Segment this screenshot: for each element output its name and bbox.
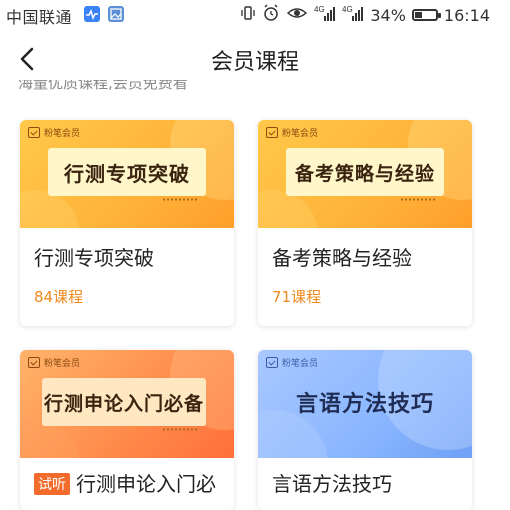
course-cover-4: 粉笔会员 言语方法技巧 (258, 350, 472, 458)
cover-banner-text: 备考策略与经验 (286, 148, 444, 196)
brand-label: 粉笔会员 (28, 356, 80, 369)
page-title: 会员课程 (210, 50, 299, 75)
page-subtitle: 海量优质课程,会员免费看 (18, 80, 188, 92)
cover-banner-text: 行测专项突破 (48, 148, 206, 196)
course-cover-3: 粉笔会员 行测申论入门必备 (20, 350, 234, 458)
decorative-dots (162, 428, 198, 431)
course-cover-2: 粉笔会员 备考策略与经验 (258, 120, 472, 228)
activity-app-icon (84, 6, 100, 22)
decorative-dots (400, 198, 436, 201)
signal-4g-icon-2: 4G (342, 4, 364, 26)
svg-text:4G: 4G (342, 5, 353, 14)
vibrate-icon (240, 5, 256, 25)
course-card-3[interactable]: 粉笔会员 行测申论入门必备 试听 行测申论入门必 (20, 350, 234, 510)
course-count: 71课程 (272, 288, 322, 306)
cover-banner-text: 言语方法技巧 (295, 392, 434, 417)
status-bar: 中国联通 4G 4G 34% 16:14 (0, 0, 510, 30)
brand-label: 粉笔会员 (266, 126, 318, 139)
brand-logo-icon (28, 357, 40, 368)
course-title: 备考策略与经验 (272, 246, 412, 270)
svg-text:4G: 4G (314, 5, 325, 14)
course-card-1[interactable]: 粉笔会员 行测专项突破 行测专项突破 84课程 (20, 120, 234, 326)
course-card-2[interactable]: 粉笔会员 备考策略与经验 备考策略与经验 71课程 (258, 120, 472, 326)
course-title: 言语方法技巧 (272, 472, 392, 496)
battery-percent: 34% (370, 5, 406, 25)
course-title: 行测专项突破 (34, 246, 154, 270)
cover-banner-text: 行测申论入门必备 (42, 378, 206, 426)
alarm-icon (262, 4, 280, 26)
brand-label: 粉笔会员 (28, 126, 80, 139)
signal-4g-icon: 4G (314, 4, 336, 26)
decorative-dots (162, 198, 198, 201)
brand-label: 粉笔会员 (266, 356, 318, 369)
battery-icon (411, 9, 441, 21)
eye-comfort-icon (286, 5, 308, 25)
trial-badge: 试听 (34, 473, 70, 495)
gallery-app-icon (108, 6, 124, 22)
brand-logo-icon (266, 127, 278, 138)
course-count: 84课程 (34, 288, 84, 306)
course-title: 试听 行测申论入门必 (34, 468, 216, 497)
brand-logo-icon (266, 357, 278, 368)
clock: 16:14 (443, 5, 490, 25)
course-card-4[interactable]: 粉笔会员 言语方法技巧 言语方法技巧 (258, 350, 472, 510)
course-cover-1: 粉笔会员 行测专项突破 (20, 120, 234, 228)
carrier-name: 中国联通 (6, 8, 73, 27)
brand-logo-icon (28, 127, 40, 138)
